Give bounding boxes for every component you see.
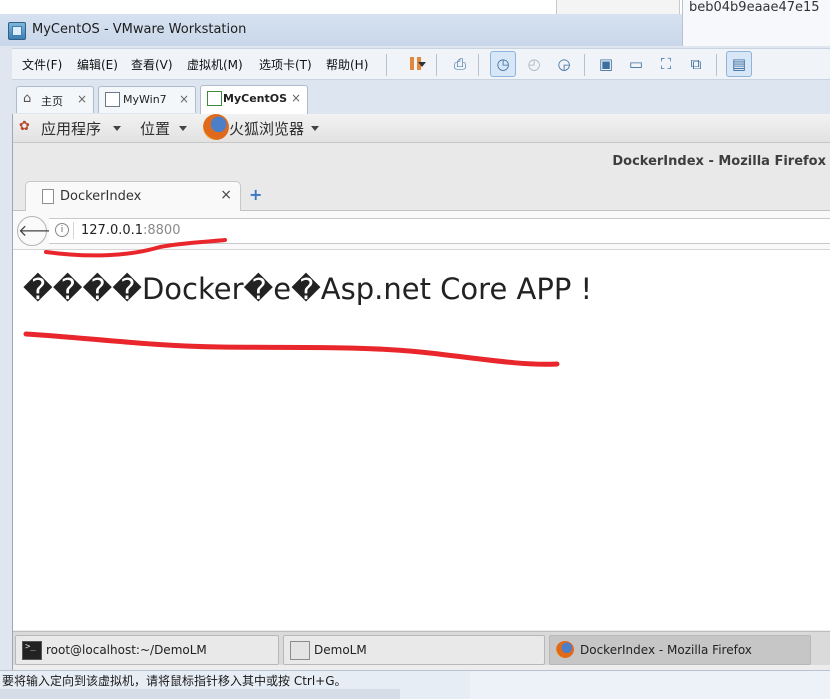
- red-underline-url: [44, 238, 227, 258]
- status-right-area: [470, 671, 830, 699]
- red-underline-heading: [23, 331, 560, 367]
- status-bar: 要将输入定向到该虚拟机，请将鼠标指针移入其中或按 Ctrl+G。: [0, 670, 830, 699]
- annotation-overlay: [23, 238, 560, 367]
- status-hint: 要将输入定向到该虚拟机，请将鼠标指针移入其中或按 Ctrl+G。: [2, 674, 347, 688]
